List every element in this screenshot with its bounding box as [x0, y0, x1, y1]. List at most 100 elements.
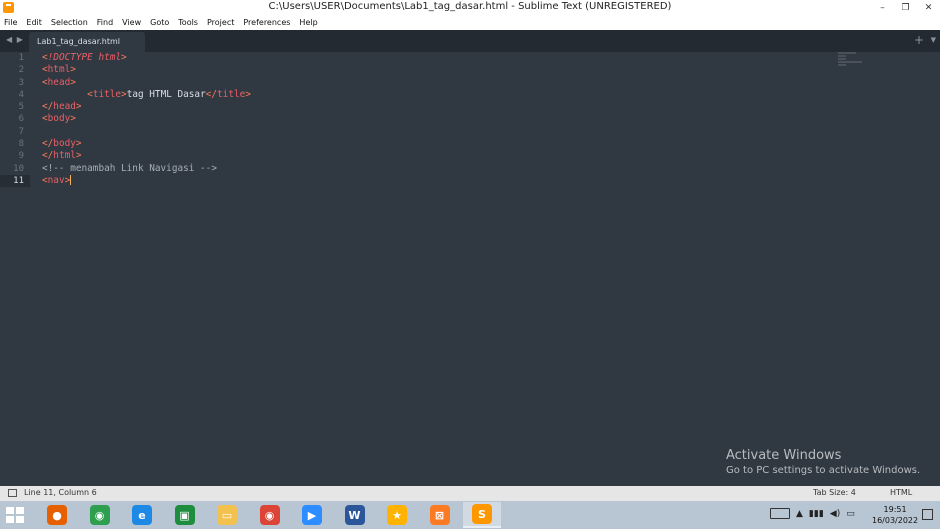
menu-project[interactable]: Project	[207, 18, 234, 27]
minimap-line	[838, 64, 846, 66]
sublime-icon: S	[472, 504, 492, 524]
code-token: html	[53, 150, 76, 162]
code-token: body	[53, 138, 76, 150]
line-number: 1	[18, 53, 24, 63]
xampp-icon: ⊠	[429, 505, 450, 525]
taskbar-app-zoom[interactable]: ▶	[293, 502, 331, 528]
menu-preferences[interactable]: Preferences	[243, 18, 290, 27]
code-token: >	[75, 101, 82, 113]
maximize-button[interactable]: ❐	[894, 0, 917, 15]
clock[interactable]: 19:51 16/03/2022	[872, 504, 918, 526]
status-bar: Line 11, Column 6 Tab Size: 4 HTML	[0, 486, 940, 501]
close-button[interactable]: ✕	[917, 0, 940, 15]
minimap-line	[838, 55, 846, 57]
tab-nav-arrows-icon[interactable]: ◀ ▶	[6, 35, 24, 44]
taskbar-app-store[interactable]: ▣	[166, 502, 204, 528]
code-token: <!-- menambah Link Navigasi -->	[42, 162, 217, 174]
text-cursor	[70, 175, 72, 186]
tab-bar: ◀ ▶ Lab1_tag_dasar.html + ▼	[0, 30, 940, 52]
watermark-subtitle: Go to PC settings to activate Windows.	[726, 465, 921, 476]
tab-lab1-tag-dasar[interactable]: Lab1_tag_dasar.html	[29, 32, 145, 52]
code-line[interactable]: <title>tag HTML Dasar</title>	[42, 89, 251, 101]
code-token: head	[47, 76, 71, 88]
taskbar-app-sublime[interactable]: S	[463, 502, 501, 528]
star-app-icon: ★	[387, 505, 407, 525]
code-content[interactable]: <!DOCTYPE html> <html> <head> <title>tag H…	[42, 52, 251, 187]
code-line[interactable]: <!DOCTYPE html>	[42, 52, 251, 64]
code-line[interactable]: </html>	[42, 150, 251, 162]
window-controls: – ❐ ✕	[871, 0, 940, 15]
line-number: 10	[13, 163, 24, 174]
taskbar-app-ie[interactable]: e	[123, 502, 161, 528]
code-line[interactable]	[42, 126, 251, 138]
code-line[interactable]: </head>	[42, 101, 251, 113]
menu-edit[interactable]: Edit	[26, 18, 42, 27]
activate-windows-watermark: Activate Windows Go to PC settings to ac…	[726, 448, 920, 476]
menu-goto[interactable]: Goto	[150, 18, 169, 27]
watermark-title: Activate Windows	[726, 448, 842, 463]
taskbar-app-chrome-alt[interactable]: ◉	[251, 502, 289, 528]
code-editor[interactable]: 1 2 3 4 5 6 7 8 9 10 11 <!DOCTYPE html> <html> <head…	[0, 52, 940, 486]
code-line[interactable]: <nav>	[42, 175, 251, 187]
taskbar-app-word[interactable]: W	[336, 502, 374, 528]
ie-icon: e	[132, 505, 152, 525]
code-token: >	[70, 64, 76, 76]
firefox-icon: ●	[47, 505, 67, 525]
taskbar-app-file-explorer[interactable]: ▭	[208, 502, 246, 528]
taskbar-app-xampp[interactable]: ⊠	[421, 502, 459, 528]
minimap-line	[838, 61, 862, 63]
minimize-button[interactable]: –	[871, 0, 894, 15]
minimap[interactable]	[838, 52, 878, 72]
code-token: nav	[47, 174, 65, 186]
code-line[interactable]: <body>	[42, 113, 251, 125]
code-line[interactable]: </body>	[42, 138, 251, 150]
zoom-icon: ▶	[302, 505, 322, 525]
code-token: body	[47, 113, 71, 125]
code-line[interactable]: <!-- menambah Link Navigasi -->	[42, 163, 251, 175]
line-number: 2	[18, 65, 24, 76]
tray-arrow-icon[interactable]: ▲	[796, 509, 803, 519]
menu-find[interactable]: Find	[97, 18, 113, 27]
menu-tools[interactable]: Tools	[178, 18, 198, 27]
code-line[interactable]: <html>	[42, 64, 251, 76]
keyboard-icon[interactable]	[770, 508, 790, 519]
line-number: 8	[18, 139, 24, 150]
line-number: 4	[18, 89, 24, 100]
battery-icon[interactable]: ▭	[846, 509, 855, 519]
taskbar-app-star-app[interactable]: ★	[378, 502, 416, 528]
line-number: 5	[18, 102, 24, 113]
file-explorer-icon: ▭	[217, 505, 237, 525]
syntax-selector[interactable]: HTML	[890, 488, 912, 497]
code-token: html	[47, 64, 71, 76]
panel-toggle-icon[interactable]	[8, 489, 17, 497]
taskbar-app-chrome[interactable]: ◉	[81, 502, 119, 528]
tab-dropdown-icon[interactable]: ▼	[931, 36, 936, 44]
tab-size-selector[interactable]: Tab Size: 4	[813, 488, 856, 497]
line-number: 9	[18, 151, 24, 162]
code-token: >	[121, 52, 127, 63]
code-token: >	[70, 113, 76, 125]
notification-icon[interactable]	[922, 509, 933, 520]
taskbar-app-firefox[interactable]: ●	[38, 502, 76, 528]
menu-file[interactable]: File	[4, 18, 17, 27]
signal-icon[interactable]: ▮▮▮	[809, 509, 824, 519]
code-token: >	[245, 88, 251, 100]
new-tab-icon[interactable]: +	[914, 33, 924, 47]
code-token: title	[92, 88, 122, 100]
menu-help[interactable]: Help	[299, 18, 317, 27]
windows-start-icon[interactable]	[6, 507, 24, 523]
code-line[interactable]: <head>	[42, 77, 251, 89]
code-token: >	[75, 138, 82, 150]
code-token: title	[217, 88, 246, 100]
minimap-line	[838, 52, 856, 54]
code-token: >	[70, 76, 76, 88]
code-token: !DOCTYPE	[47, 52, 93, 63]
volume-icon[interactable]: ◀)	[830, 509, 840, 519]
code-token: </	[42, 150, 54, 162]
code-token: </	[42, 101, 54, 113]
menu-selection[interactable]: Selection	[51, 18, 88, 27]
menu-view[interactable]: View	[122, 18, 141, 27]
code-token: html	[92, 52, 122, 63]
code-token: head	[53, 101, 76, 113]
